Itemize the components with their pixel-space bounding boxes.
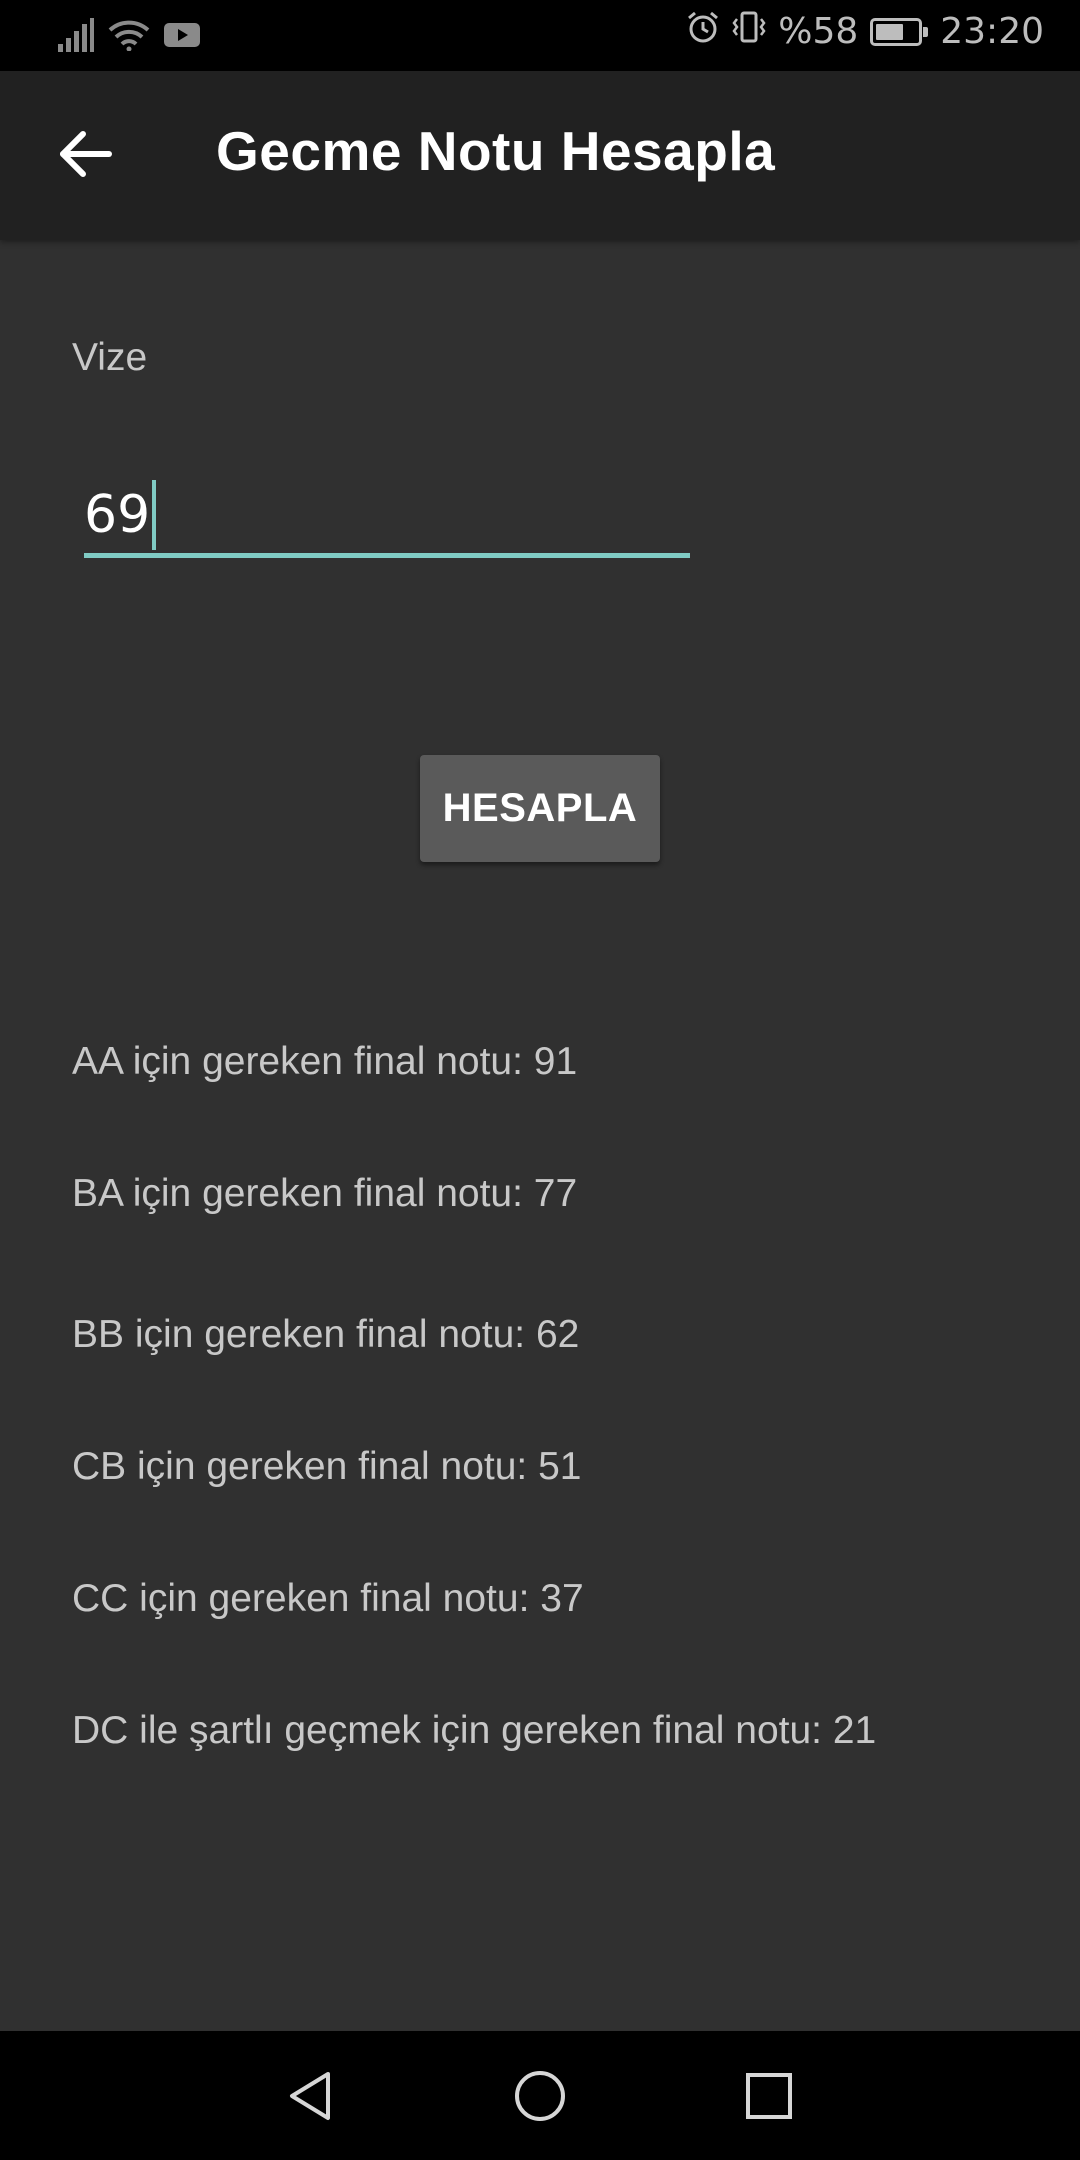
navigation-bar: [0, 2031, 1080, 2160]
app-screen: %58 23:20 Gecme Notu Hesapla Vize 69 HES…: [0, 0, 1080, 2160]
nav-home-button[interactable]: [495, 2053, 585, 2143]
arrow-left-icon: [57, 130, 113, 182]
nav-recents-icon: [744, 2071, 794, 2125]
nav-recents-button[interactable]: [724, 2053, 814, 2143]
page-title: Gecme Notu Hesapla: [216, 120, 776, 182]
vize-input-value: 69: [84, 485, 151, 545]
nav-back-button[interactable]: [265, 2053, 355, 2143]
vibrate-icon: [732, 10, 766, 53]
vize-input-underline: [84, 553, 690, 558]
battery-icon: [870, 17, 929, 46]
hesapla-button[interactable]: HESAPLA: [420, 755, 660, 862]
result-cc: CC için gereken final notu: 37: [72, 1577, 584, 1620]
result-cb: CB için gereken final notu: 51: [72, 1445, 582, 1488]
signal-icon: [58, 18, 94, 56]
app-bar: Gecme Notu Hesapla: [0, 71, 1080, 240]
result-aa: AA için gereken final notu: 91: [72, 1040, 578, 1083]
alarm-icon: [686, 10, 720, 53]
status-bar-left: [58, 18, 200, 56]
nav-home-icon: [512, 2068, 568, 2128]
result-ba: BA için gereken final notu: 77: [72, 1172, 578, 1215]
wifi-icon: [108, 19, 150, 55]
status-bar-right: %58 23:20: [686, 10, 1044, 53]
battery-percent: %58: [778, 11, 859, 52]
nav-back-icon: [284, 2068, 336, 2128]
vize-field[interactable]: 69: [84, 460, 690, 560]
youtube-icon: [164, 21, 200, 53]
vize-input[interactable]: 69: [84, 480, 157, 550]
status-bar: %58 23:20: [0, 0, 1080, 71]
vize-label: Vize: [72, 336, 148, 379]
back-button[interactable]: [40, 111, 130, 201]
result-dc: DC ile şartlı geçmek için gereken final …: [72, 1709, 877, 1752]
text-caret: [152, 480, 157, 550]
result-bb: BB için gereken final notu: 62: [72, 1313, 580, 1356]
clock: 23:20: [940, 11, 1044, 52]
